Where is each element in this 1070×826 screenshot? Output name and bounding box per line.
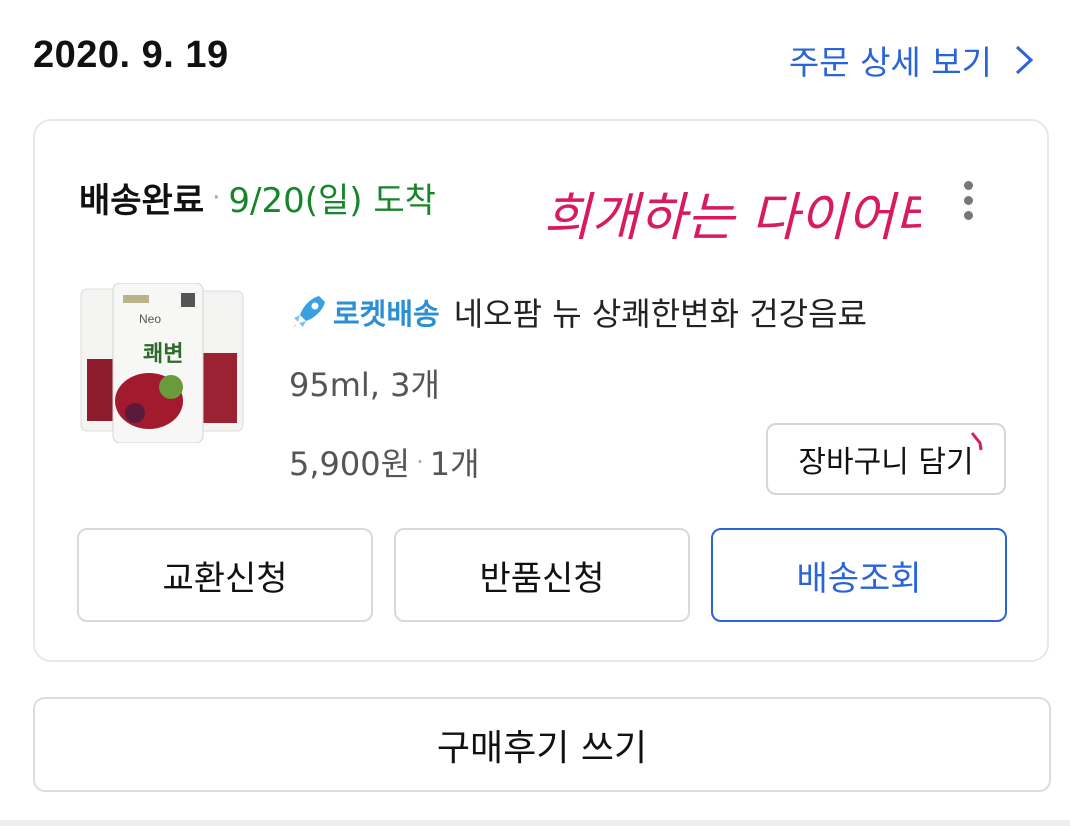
product-quantity: 1개 [429, 445, 480, 483]
return-request-button[interactable]: 반품신청 [394, 528, 690, 622]
more-options-icon[interactable] [961, 181, 975, 225]
product-thumbnail: Neo 쾌변 [80, 283, 244, 443]
track-delivery-button[interactable]: 배송조회 [711, 528, 1007, 622]
thumb-brand: Neo [139, 312, 161, 326]
pink-mark-icon [970, 432, 983, 451]
handwritten-note-text: 희개하는 다이어터 [543, 188, 921, 248]
product-title-line[interactable]: 로켓배송 네오팜 뉴 상쾌한변화 건강음료 [289, 289, 867, 335]
order-detail-label: 주문 상세 보기 [788, 43, 992, 82]
arrival-date: 9/20(일) 도착 [228, 181, 436, 221]
divider [0, 820, 1070, 826]
thumb-caption: 쾌변 [143, 342, 183, 367]
order-card: 배송완료 · 9/20(일) 도착 희개하는 다이어터 Neo 쾌변 로켓배송 … [33, 119, 1049, 662]
product-name: 네오팜 뉴 상쾌한변화 건강음료 [453, 295, 867, 333]
price-row: 5,900원 · 1개 [289, 439, 480, 485]
separator-dot: · [416, 448, 424, 476]
delivery-status: 배송완료 [79, 181, 205, 221]
rocket-icon [293, 296, 325, 328]
add-to-cart-label: 장바구니 담기 [798, 445, 974, 480]
product-option: 95ml, 3개 [289, 366, 440, 404]
order-date: 2020. 9. 19 [33, 34, 229, 76]
status-row: 배송완료 · 9/20(일) 도착 [79, 173, 436, 222]
separator-dot: · [212, 182, 221, 213]
write-review-button[interactable]: 구매후기 쓰기 [33, 697, 1051, 792]
add-to-cart-button[interactable]: 장바구니 담기 [766, 423, 1006, 495]
exchange-request-button[interactable]: 교환신청 [77, 528, 373, 622]
product-price: 5,900원 [289, 445, 411, 483]
chevron-right-icon [1015, 45, 1034, 75]
order-detail-link[interactable]: 주문 상세 보기 [789, 36, 1034, 84]
handwritten-note: 희개하는 다이어터 [543, 188, 921, 248]
rocket-delivery-badge: 로켓배송 [333, 297, 440, 331]
